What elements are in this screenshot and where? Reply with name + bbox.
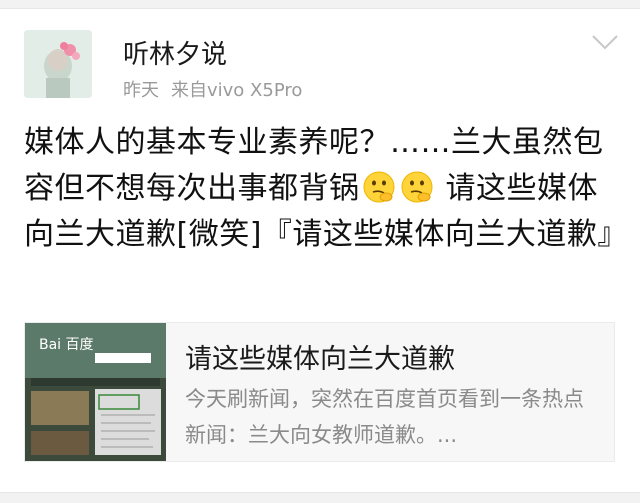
card-description: 今天刷新闻，突然在百度首页看到一条热点新闻：兰大向女教师道歉。... (185, 387, 584, 447)
chevron-down-icon[interactable] (590, 30, 620, 54)
baidu-logo-text: Bai 百度 (39, 337, 94, 353)
avatar[interactable] (24, 30, 92, 98)
card-thumbnail: Bai 百度 (25, 323, 166, 461)
post-meta: 昨天 来自vivo X5Pro (123, 76, 302, 102)
link-card[interactable]: Bai 百度 请这些媒体向兰大道歉 今天刷新闻，突然在百度首页看到一条热点新闻：… (24, 322, 615, 462)
bottom-divider (0, 492, 640, 503)
author-name[interactable]: 听林夕说 (123, 34, 227, 71)
post-text: 媒体人的基本专业素养呢？……兰大虽然包容但不想每次出事都背锅 请这些媒体向兰大道… (24, 120, 627, 258)
thinking-emoji-icon (401, 171, 432, 203)
weibo-post-page: 听林夕说 昨天 来自vivo X5Pro 媒体人的基本专业素养呢？……兰大虽然包容… (0, 0, 640, 503)
avatar-image (24, 30, 92, 98)
card-title[interactable]: 请这些媒体向兰大道歉 (185, 337, 455, 376)
post-source[interactable]: 来自vivo X5Pro (171, 80, 302, 101)
thinking-emoji-icon (363, 171, 394, 203)
top-divider (0, 0, 640, 9)
card-thumbnail-image: Bai 百度 (25, 323, 166, 461)
post-time: 昨天 (123, 80, 159, 101)
